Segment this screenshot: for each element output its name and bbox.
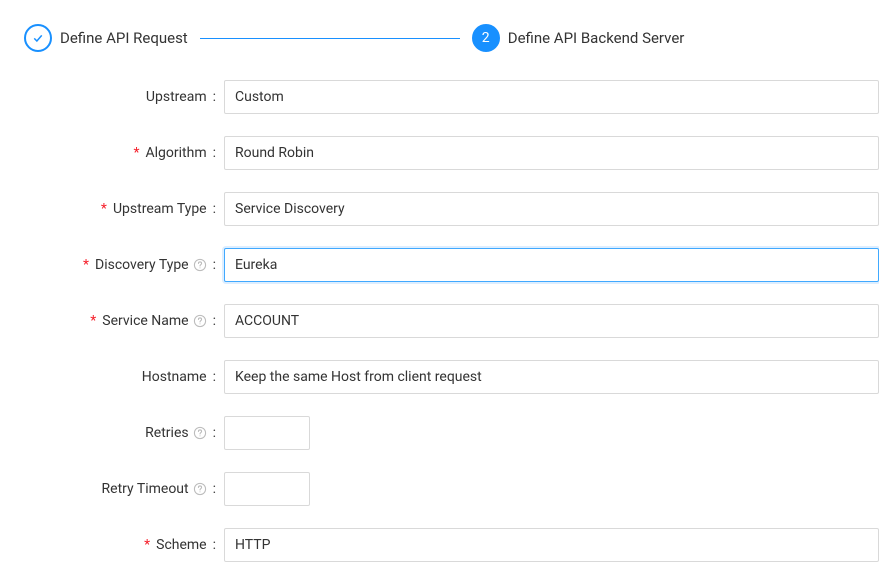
row-hostname: Hostname: Keep the same Host from client…	[24, 360, 879, 394]
required-star: *	[101, 201, 107, 217]
discovery-type-value: Eureka	[235, 257, 277, 273]
colon: :	[213, 89, 216, 105]
row-upstream-type: * Upstream Type: Service Discovery	[24, 192, 879, 226]
label-upstream-type: * Upstream Type:	[24, 201, 224, 217]
discovery-type-select[interactable]: Eureka	[224, 248, 879, 282]
colon: :	[213, 257, 216, 273]
row-retries: Retries :	[24, 416, 879, 450]
api-backend-form-page: Define API Request 2 Define API Backend …	[0, 0, 879, 579]
control-retry-timeout	[224, 472, 879, 506]
colon: :	[213, 145, 216, 161]
control-service-name: ACCOUNT	[224, 304, 879, 338]
required-star: *	[83, 257, 89, 273]
step2-circle: 2	[472, 24, 500, 52]
label-text-retries: Retries	[145, 425, 188, 441]
upstream-type-value: Service Discovery	[235, 201, 345, 217]
algorithm-value: Round Robin	[235, 145, 314, 161]
colon: :	[213, 537, 216, 553]
required-star: *	[90, 313, 96, 329]
row-service-name: * Service Name : ACCOUNT	[24, 304, 879, 338]
label-text-discovery-type: Discovery Type	[95, 257, 189, 273]
retry-timeout-input[interactable]	[224, 472, 310, 506]
control-hostname: Keep the same Host from client request	[224, 360, 879, 394]
step1-circle	[24, 24, 52, 52]
colon: :	[213, 201, 216, 217]
retries-input[interactable]	[224, 416, 310, 450]
service-name-input[interactable]: ACCOUNT	[224, 304, 879, 338]
backend-server-form: Upstream: Custom * Algorithm: Round Robi…	[24, 80, 879, 562]
algorithm-select[interactable]: Round Robin	[224, 136, 879, 170]
control-upstream: Custom	[224, 80, 879, 114]
label-algorithm: * Algorithm:	[24, 145, 224, 161]
step-define-api-backend[interactable]: 2 Define API Backend Server	[472, 24, 685, 52]
label-scheme: * Scheme:	[24, 537, 224, 553]
label-text-retry-timeout: Retry Timeout	[102, 481, 189, 497]
upstream-select[interactable]: Custom	[224, 80, 879, 114]
label-upstream: Upstream:	[24, 89, 224, 105]
hostname-select[interactable]: Keep the same Host from client request	[224, 360, 879, 394]
step2-label: Define API Backend Server	[508, 29, 685, 47]
label-text-algorithm: Algorithm	[146, 145, 207, 161]
row-retry-timeout: Retry Timeout :	[24, 472, 879, 506]
control-scheme: HTTP	[224, 528, 879, 562]
step2-number: 2	[482, 30, 490, 46]
control-algorithm: Round Robin	[224, 136, 879, 170]
control-discovery-type: Eureka	[224, 248, 879, 282]
scheme-select[interactable]: HTTP	[224, 528, 879, 562]
help-icon[interactable]	[193, 314, 207, 328]
label-text-service-name: Service Name	[102, 313, 188, 329]
colon: :	[213, 369, 216, 385]
colon: :	[213, 313, 216, 329]
stepper-connector	[200, 38, 460, 39]
label-discovery-type: * Discovery Type :	[24, 257, 224, 273]
help-icon[interactable]	[193, 482, 207, 496]
label-retries: Retries :	[24, 425, 224, 441]
service-name-value: ACCOUNT	[235, 313, 299, 329]
label-text-scheme: Scheme	[156, 537, 206, 553]
label-retry-timeout: Retry Timeout :	[24, 481, 224, 497]
hostname-value: Keep the same Host from client request	[235, 369, 482, 385]
label-text-upstream-type: Upstream Type	[113, 201, 207, 217]
upstream-type-select[interactable]: Service Discovery	[224, 192, 879, 226]
control-retries	[224, 416, 879, 450]
check-icon	[32, 32, 44, 44]
step-define-api-request[interactable]: Define API Request	[24, 24, 188, 52]
label-hostname: Hostname:	[24, 369, 224, 385]
step1-label: Define API Request	[60, 29, 188, 47]
upstream-value: Custom	[235, 89, 284, 105]
row-scheme: * Scheme: HTTP	[24, 528, 879, 562]
colon: :	[213, 425, 216, 441]
stepper: Define API Request 2 Define API Backend …	[24, 24, 879, 52]
label-service-name: * Service Name :	[24, 313, 224, 329]
help-icon[interactable]	[193, 258, 207, 272]
colon: :	[213, 481, 216, 497]
row-upstream: Upstream: Custom	[24, 80, 879, 114]
help-icon[interactable]	[193, 426, 207, 440]
required-star: *	[144, 537, 150, 553]
label-text-hostname: Hostname	[142, 369, 207, 385]
control-upstream-type: Service Discovery	[224, 192, 879, 226]
row-discovery-type: * Discovery Type : Eureka	[24, 248, 879, 282]
required-star: *	[133, 145, 139, 161]
row-algorithm: * Algorithm: Round Robin	[24, 136, 879, 170]
label-text-upstream: Upstream	[146, 89, 207, 105]
scheme-value: HTTP	[235, 537, 270, 553]
